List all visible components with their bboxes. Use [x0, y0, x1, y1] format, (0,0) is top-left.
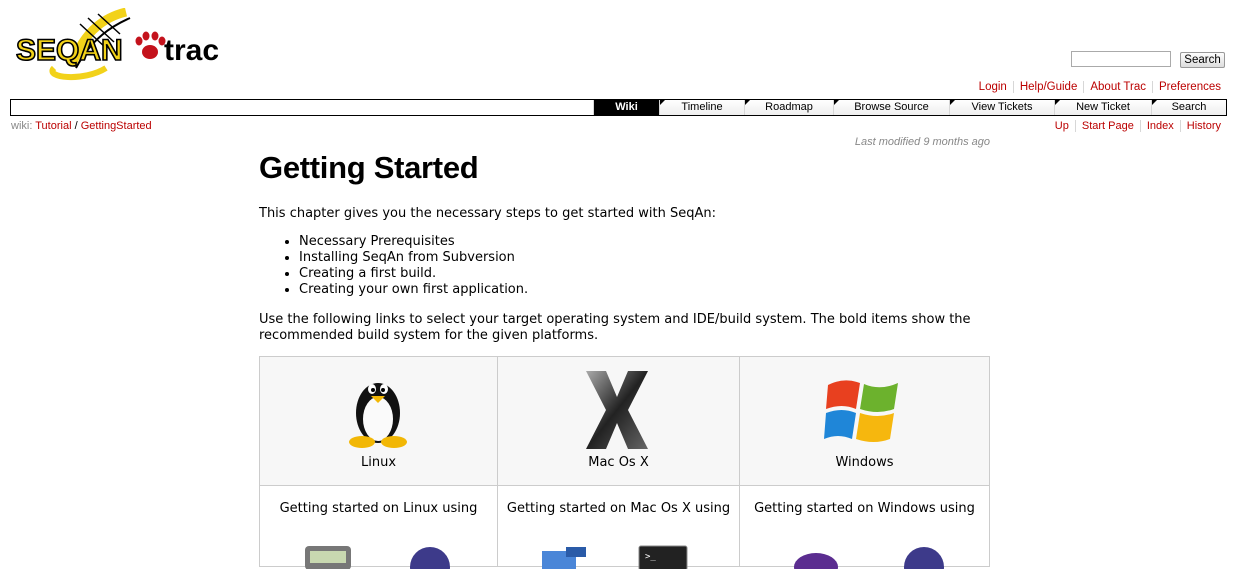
- tab-timeline[interactable]: Timeline: [659, 100, 744, 115]
- seqan-trac-logo[interactable]: SEQAN trac: [14, 8, 230, 84]
- terminal-icon[interactable]: >_: [638, 545, 688, 569]
- search-button[interactable]: Search: [1180, 52, 1225, 68]
- linux-using-cell: Getting started on Linux using: [259, 485, 498, 569]
- breadcrumb: wiki: Tutorial / GettingStarted: [11, 120, 152, 132]
- eclipse-icon[interactable]: [410, 545, 450, 569]
- list-item: Necessary Prerequisites: [299, 234, 528, 250]
- steps-list: Necessary Prerequisites Installing SeqAn…: [259, 234, 528, 298]
- list-item: Installing SeqAn from Subversion: [299, 250, 528, 266]
- up-link[interactable]: Up: [1049, 120, 1075, 132]
- login-link[interactable]: Login: [973, 81, 1013, 93]
- svg-text:>_: >_: [645, 552, 656, 562]
- os-label: Windows: [835, 455, 894, 470]
- main-nav: Wiki Timeline Roadmap Browse Source View…: [10, 99, 1227, 116]
- using-label: Getting started on Mac Os X using: [506, 501, 731, 516]
- last-modified: Last modified 9 months ago: [855, 136, 990, 148]
- using-label: Getting started on Linux using: [279, 501, 478, 516]
- windows-using-cell: Getting started on Windows using: [739, 485, 990, 569]
- table-row: Getting started on Linux using Getting s…: [259, 485, 990, 569]
- breadcrumb-label: wiki:: [11, 120, 33, 132]
- tab-roadmap[interactable]: Roadmap: [744, 100, 833, 115]
- macosx-using-cell: Getting started on Mac Os X using >_: [497, 485, 740, 569]
- os-table: Linux Mac Os X Windows Getting started o…: [259, 356, 990, 569]
- os-label: Linux: [360, 455, 397, 470]
- tab-search[interactable]: Search: [1151, 100, 1226, 115]
- table-row: Linux Mac Os X Windows: [259, 356, 990, 486]
- os-linux-cell[interactable]: Linux: [259, 356, 498, 486]
- xcode-icon[interactable]: [540, 545, 590, 569]
- help-guide-link[interactable]: Help/Guide: [1012, 81, 1084, 93]
- page-title: Getting Started: [259, 150, 479, 185]
- last-modified-label: Last modified: [854, 136, 921, 148]
- calculator-icon[interactable]: [304, 545, 352, 569]
- list-item: Creating a first build.: [299, 266, 528, 282]
- breadcrumb-gettingstarted[interactable]: GettingStarted: [81, 120, 152, 132]
- index-link[interactable]: Index: [1139, 120, 1180, 132]
- os-label: Mac Os X: [588, 455, 649, 470]
- paw-icon: [135, 31, 166, 59]
- selection-paragraph: Use the following links to select your t…: [259, 312, 971, 343]
- using-label: Getting started on Windows using: [754, 501, 975, 516]
- preferences-link[interactable]: Preferences: [1151, 81, 1221, 93]
- seqan-wordmark: SEQAN: [16, 34, 123, 67]
- search-input[interactable]: [1071, 51, 1171, 67]
- last-modified-age-link[interactable]: 9 months ago: [923, 136, 990, 148]
- meta-nav: Login Help/Guide About Trac Preferences: [973, 81, 1221, 93]
- about-trac-link[interactable]: About Trac: [1083, 81, 1152, 93]
- os-macosx-cell[interactable]: Mac Os X: [497, 356, 740, 486]
- tux-penguin-icon: [349, 383, 407, 448]
- breadcrumb-tutorial[interactable]: Tutorial: [35, 120, 71, 132]
- windows-logo-icon: [824, 380, 898, 442]
- mac-os-x-icon: [586, 371, 648, 449]
- tab-new-ticket[interactable]: New Ticket: [1054, 100, 1151, 115]
- list-item: Creating your own first application.: [299, 282, 528, 298]
- intro-text: This chapter gives you the necessary ste…: [259, 206, 716, 221]
- breadcrumb-separator: /: [74, 120, 78, 132]
- trac-wordmark: trac: [164, 34, 219, 67]
- os-windows-cell[interactable]: Windows: [739, 356, 990, 486]
- visual-studio-icon[interactable]: [788, 551, 838, 569]
- context-nav: Up Start Page Index History: [1049, 120, 1221, 132]
- tab-browse-source[interactable]: Browse Source: [833, 100, 949, 115]
- tab-wiki[interactable]: Wiki: [593, 100, 659, 115]
- tab-view-tickets[interactable]: View Tickets: [949, 100, 1054, 115]
- history-link[interactable]: History: [1179, 120, 1221, 132]
- start-page-link[interactable]: Start Page: [1074, 120, 1140, 132]
- eclipse-icon[interactable]: [904, 545, 944, 569]
